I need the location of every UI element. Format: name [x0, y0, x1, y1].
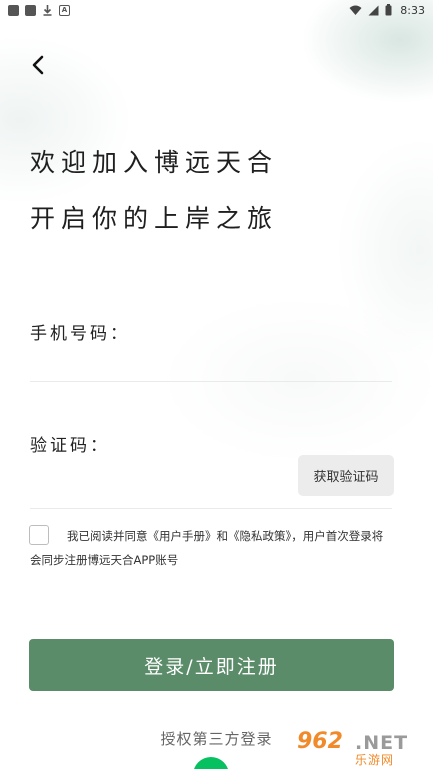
- status-bar: A 8:33: [0, 0, 433, 20]
- phone-input[interactable]: [30, 345, 392, 379]
- download-icon: [43, 5, 52, 16]
- phone-label: 手机号码：: [30, 324, 130, 344]
- get-code-button[interactable]: 获取验证码: [298, 455, 394, 496]
- welcome-subtitle: 开启你的上岸之旅: [30, 204, 279, 233]
- a-badge-icon: A: [59, 4, 70, 16]
- agreement-text: 我已阅读并同意《用户手册》和《隐私政策》，用户首次登录将会同步注册博远天合APP…: [30, 524, 392, 572]
- chevron-left-icon: [32, 55, 44, 75]
- app-square-icon: [25, 4, 36, 16]
- status-right: 8:33: [349, 4, 425, 17]
- status-left: A: [8, 4, 70, 16]
- back-button[interactable]: [22, 50, 54, 80]
- user-manual-link[interactable]: 《用户手册》: [148, 529, 217, 543]
- wifi-icon: [349, 5, 362, 15]
- privacy-policy-link[interactable]: 《隐私政策》: [228, 529, 291, 543]
- code-label: 验证码：: [30, 436, 110, 456]
- code-divider: [30, 508, 392, 509]
- third-party-login-label: 授权第三方登录: [160, 730, 273, 748]
- phone-divider: [30, 381, 392, 382]
- watermark-cn: 乐游网: [355, 753, 395, 767]
- signal-icon: [368, 5, 379, 15]
- status-time: 8:33: [400, 3, 425, 17]
- welcome-title: 欢迎加入博远天合: [30, 148, 279, 177]
- wechat-icon[interactable]: [193, 757, 229, 769]
- app-square-icon: [8, 4, 19, 16]
- verification-code-input[interactable]: [30, 462, 285, 496]
- login-register-button[interactable]: 登录/立即注册: [29, 639, 394, 691]
- agreement-and: 和: [216, 529, 229, 543]
- battery-icon: [385, 4, 392, 16]
- agreement-prefix: 我已阅读并同意: [67, 529, 148, 543]
